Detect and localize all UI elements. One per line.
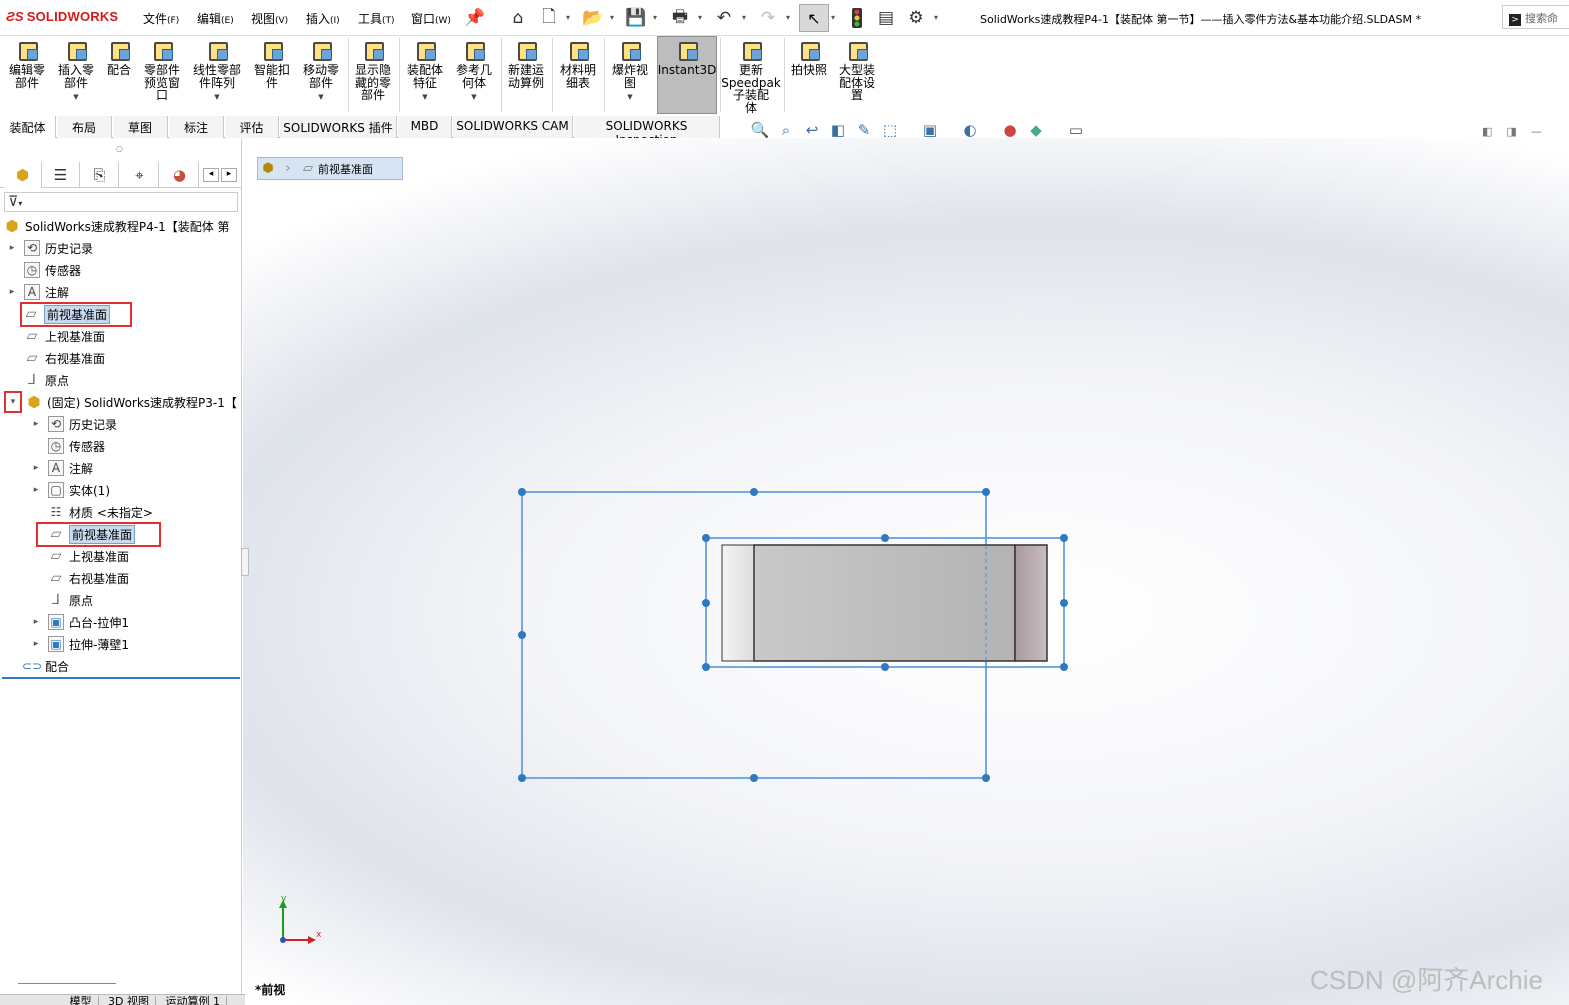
expand-arrow-icon[interactable]: ▸	[6, 243, 18, 253]
tree-item-part-origin[interactable]: ⅃ 原点	[4, 589, 244, 611]
tree-item-part-top-plane[interactable]: ▱ 上视基准面	[4, 545, 244, 567]
watermark-text: CSDN @阿齐Archie	[1310, 965, 1543, 995]
panel-splitter-handle[interactable]: ○	[116, 144, 123, 153]
tree-item-annotations[interactable]: ▸ A 注解	[4, 281, 244, 303]
tree-item-fixed-part[interactable]: ▾ ⬢ (固定) SolidWorks速成教程P3-1【	[4, 391, 244, 413]
tree-item-origin[interactable]: ⅃ 原点	[4, 369, 244, 391]
tree-item-boss-extrude[interactable]: ▸ ▣ 凸台-拉伸1	[4, 611, 244, 633]
scroll-right-icon[interactable]: ▸	[221, 168, 237, 182]
tree-item-sensors[interactable]: ◷ 传感器	[4, 259, 244, 281]
plane-icon: ▱	[26, 328, 38, 344]
tree-item-top-plane[interactable]: ▱ 上视基准面	[4, 325, 244, 347]
tree-item-part-sensors[interactable]: ◷ 传感器	[4, 435, 244, 457]
tree-item-thin-extrude[interactable]: ▸ ▣ 拉伸-薄壁1	[4, 633, 244, 655]
history-icon: ⟲	[24, 240, 40, 256]
tree-item-right-plane[interactable]: ▱ 右视基准面	[4, 347, 244, 369]
triad-y-label: y	[281, 894, 287, 904]
plane-icon: ▱	[25, 306, 37, 322]
tree-item-part-history[interactable]: ▸ ⟲ 历史记录	[4, 413, 244, 435]
part-body[interactable]	[721, 544, 1048, 662]
collapse-arrow-icon[interactable]: ▾	[4, 391, 22, 413]
chevron-down-icon[interactable]: ▾	[18, 199, 22, 208]
history-icon: ⟲	[48, 416, 64, 432]
annotation-icon: A	[48, 460, 64, 476]
scroll-left-icon[interactable]: ◂	[203, 168, 219, 182]
feature-tree: ⬢ SolidWorks速成教程P4-1【装配体 第 ▸ ⟲ 历史记录 ◷ 传感器 ▸ A…	[4, 215, 244, 677]
tree-filter-input[interactable]: ⊽▾	[4, 192, 238, 212]
bottom-tab-strip: 模型 3D 视图 运动算例 1	[0, 994, 245, 1005]
origin-icon: ⅃	[28, 372, 36, 388]
panel-scroll-indicator[interactable]	[18, 983, 116, 984]
material-icon: ☷	[50, 505, 62, 519]
tree-item-part-right-plane[interactable]: ▱ 右视基准面	[4, 567, 244, 589]
configuration-manager-tab-icon[interactable]: ⎘	[81, 162, 119, 188]
plane-icon: ▱	[50, 570, 62, 586]
tree-item-part-front-plane[interactable]: ▱ 前视基准面	[4, 521, 244, 547]
tab-motion-study[interactable]: 运动算例 1	[159, 996, 227, 1005]
plane-icon: ▱	[50, 548, 62, 564]
sensor-icon: ◷	[48, 438, 64, 454]
reference-triad	[279, 900, 316, 944]
tree-end-rollback-bar[interactable]	[2, 677, 240, 679]
feature-manager-panel: ○ ⬢ ☰ ⎘ ⌖ ◕ ◂ ▸ ⊽▾ ⬢ SolidWorks速成教程P4-1【装…	[0, 138, 242, 998]
tree-item-part-annotations[interactable]: ▸ A 注解	[4, 457, 244, 479]
extrude-icon: ▣	[48, 636, 64, 652]
tree-item-assembly-root[interactable]: ⬢ SolidWorks速成教程P4-1【装配体 第	[4, 215, 244, 237]
expand-arrow-icon[interactable]: ▸	[30, 617, 42, 627]
expand-arrow-icon[interactable]: ▸	[30, 419, 42, 429]
expand-arrow-icon[interactable]: ▸	[30, 639, 42, 649]
expand-arrow-icon[interactable]: ▸	[6, 287, 18, 297]
extrude-icon: ▣	[48, 614, 64, 630]
tree-item-history[interactable]: ▸ ⟲ 历史记录	[4, 237, 244, 259]
tree-item-solid-bodies[interactable]: ▸ ▢ 实体(1)	[4, 479, 244, 501]
dimxpert-tab-icon[interactable]: ⌖	[121, 162, 159, 188]
plane-icon: ▱	[26, 350, 38, 366]
tab-model[interactable]: 模型	[64, 996, 99, 1005]
expand-arrow-icon[interactable]: ▸	[30, 463, 42, 473]
display-manager-tab-icon[interactable]: ◕	[161, 162, 199, 188]
expand-arrow-icon[interactable]: ▸	[30, 485, 42, 495]
tree-item-mates[interactable]: ⊂⊃ 配合	[4, 655, 244, 677]
plane-icon: ▱	[50, 526, 62, 542]
property-manager-tab-icon[interactable]: ☰	[42, 162, 80, 188]
assembly-icon: ⬢	[5, 217, 19, 235]
panel-tab-strip: ⬢ ☰ ⎘ ⌖ ◕ ◂ ▸	[0, 162, 242, 188]
panel-collapse-handle[interactable]	[241, 548, 249, 576]
tree-item-front-plane[interactable]: ▱ 前视基准面	[4, 301, 244, 327]
feature-manager-tab-icon[interactable]: ⬢	[4, 162, 42, 188]
part-icon: ⬢	[27, 393, 41, 411]
solid-body-icon: ▢	[48, 482, 64, 498]
mates-icon: ⊂⊃	[21, 659, 43, 673]
annotation-icon: A	[24, 284, 40, 300]
sensor-icon: ◷	[24, 262, 40, 278]
filter-icon[interactable]: ⊽	[8, 194, 18, 210]
origin-icon: ⅃	[52, 592, 60, 608]
tab-3d-views[interactable]: 3D 视图	[102, 996, 156, 1005]
view-orientation-label: *前视	[255, 983, 286, 997]
triad-x-label: x	[316, 930, 322, 940]
tree-item-material[interactable]: ☷ 材质 <未指定>	[4, 501, 244, 523]
